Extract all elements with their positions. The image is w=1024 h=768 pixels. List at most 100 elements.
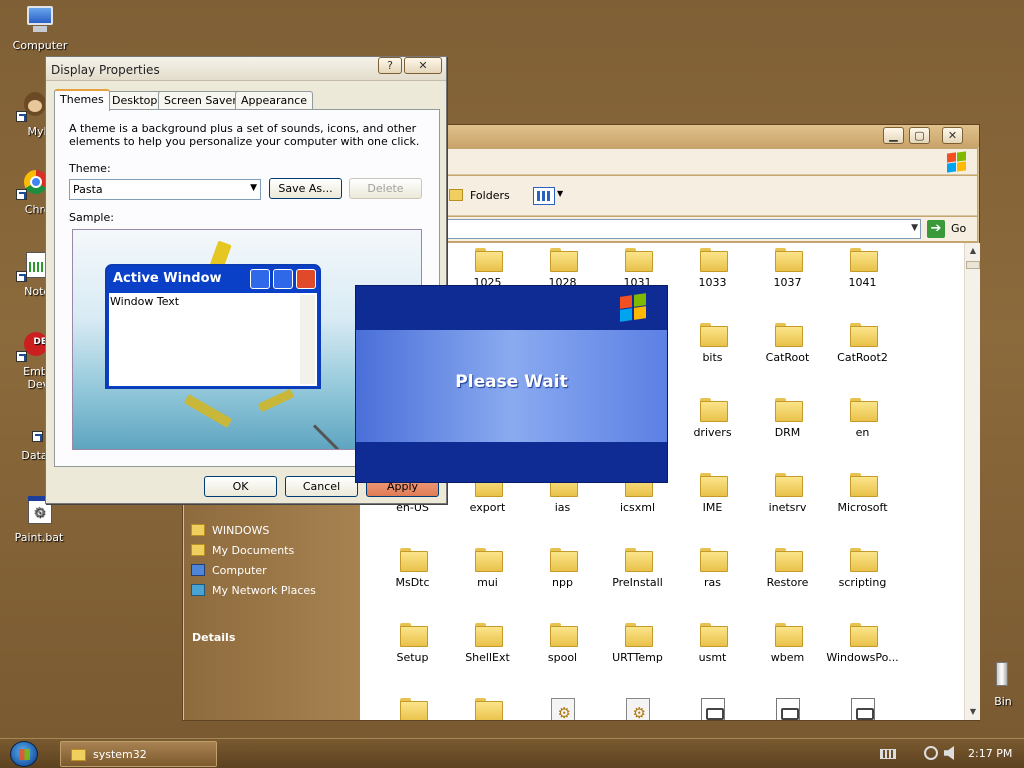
task-link-computer[interactable]: Computer bbox=[191, 564, 267, 577]
file-item[interactable]: 1028 bbox=[525, 248, 600, 289]
file-item[interactable]: drivers bbox=[675, 398, 750, 439]
file-item[interactable] bbox=[600, 698, 675, 720]
tab-desktop[interactable]: Desktop bbox=[106, 91, 164, 110]
save-as-button[interactable]: Save As... bbox=[269, 178, 342, 199]
folder-icon bbox=[699, 398, 728, 422]
file-item[interactable] bbox=[825, 698, 900, 720]
file-item[interactable]: MsDtc bbox=[375, 548, 450, 589]
file-item[interactable]: ras bbox=[675, 548, 750, 589]
file-item[interactable]: npp bbox=[525, 548, 600, 589]
file-item[interactable]: Setup bbox=[375, 623, 450, 664]
scroll-down-icon[interactable]: ▼ bbox=[965, 704, 981, 720]
taskbar-clock[interactable]: 2:17 PM bbox=[968, 747, 1012, 760]
file-item[interactable]: CatRoot bbox=[750, 323, 825, 364]
file-item[interactable]: 1037 bbox=[750, 248, 825, 289]
tab-themes[interactable]: Themes bbox=[54, 89, 110, 111]
shortcut-arrow-icon bbox=[32, 431, 43, 442]
chrome-icon bbox=[16, 168, 48, 200]
batch-file-icon bbox=[850, 698, 875, 720]
file-item-label: MsDtc bbox=[395, 576, 430, 589]
settings-file-icon bbox=[550, 698, 575, 720]
please-wait-band: Please Wait bbox=[356, 330, 667, 442]
explorer-maximize-button[interactable]: ▢ bbox=[909, 127, 930, 144]
datawatch-icon bbox=[16, 414, 48, 446]
folder-icon bbox=[849, 473, 878, 497]
task-link-windows[interactable]: WINDOWS bbox=[191, 524, 269, 537]
cancel-button[interactable]: Cancel bbox=[285, 476, 358, 497]
file-item[interactable]: en bbox=[825, 398, 900, 439]
chevron-down-icon: ▼ bbox=[557, 189, 564, 198]
address-input[interactable]: ▼ bbox=[447, 219, 921, 239]
dialog-close-button[interactable]: ✕ bbox=[404, 57, 442, 74]
scroll-thumb[interactable] bbox=[966, 261, 980, 269]
file-item[interactable]: bits bbox=[675, 323, 750, 364]
file-item[interactable]: 1033 bbox=[675, 248, 750, 289]
desktop-icon-computer[interactable]: Computer bbox=[0, 4, 80, 52]
file-item[interactable]: 1041 bbox=[825, 248, 900, 289]
folder-icon bbox=[774, 323, 803, 347]
file-item[interactable]: 1025 bbox=[450, 248, 525, 289]
network-places-icon bbox=[191, 584, 205, 596]
file-item[interactable]: DRM bbox=[750, 398, 825, 439]
task-link-network-places[interactable]: My Network Places bbox=[191, 584, 316, 597]
folders-button[interactable]: Folders bbox=[449, 186, 510, 206]
go-button[interactable]: ➔ Go bbox=[927, 219, 973, 239]
file-item[interactable]: mui bbox=[450, 548, 525, 589]
file-item[interactable] bbox=[675, 698, 750, 720]
ok-button[interactable]: OK bbox=[204, 476, 277, 497]
file-item[interactable]: wbem bbox=[750, 623, 825, 664]
file-item[interactable] bbox=[375, 698, 450, 720]
folder-icon bbox=[849, 248, 878, 272]
file-item[interactable]: IME bbox=[675, 473, 750, 514]
keyboard-icon[interactable] bbox=[880, 749, 896, 759]
delete-button[interactable]: Delete bbox=[349, 178, 422, 199]
file-item[interactable] bbox=[525, 698, 600, 720]
file-item[interactable]: usmt bbox=[675, 623, 750, 664]
file-item[interactable]: ShellExt bbox=[450, 623, 525, 664]
tab-screen-saver[interactable]: Screen Saver bbox=[158, 91, 243, 110]
theme-select[interactable]: Pasta ▼ bbox=[69, 179, 261, 200]
file-item[interactable]: WindowsPo... bbox=[825, 623, 900, 664]
start-button[interactable] bbox=[10, 741, 38, 767]
help-button[interactable]: ? bbox=[378, 57, 402, 74]
views-button[interactable]: ▼ bbox=[533, 185, 565, 207]
tab-appearance[interactable]: Appearance bbox=[235, 91, 314, 110]
file-item-label: Setup bbox=[396, 651, 429, 664]
file-item[interactable] bbox=[750, 698, 825, 720]
file-item-label: mui bbox=[477, 576, 498, 589]
volume-icon[interactable] bbox=[944, 746, 954, 760]
file-item[interactable]: URTTemp bbox=[600, 623, 675, 664]
explorer-minimize-button[interactable]: ▁ bbox=[883, 127, 904, 144]
file-item[interactable]: Restore bbox=[750, 548, 825, 589]
scroll-up-icon[interactable]: ▲ bbox=[965, 243, 981, 259]
folder-icon bbox=[774, 398, 803, 422]
go-arrow-icon: ➔ bbox=[927, 220, 945, 238]
explorer-vertical-scrollbar[interactable]: ▲ ▼ bbox=[964, 243, 980, 720]
file-item[interactable]: spool bbox=[525, 623, 600, 664]
sample-minimize-icon bbox=[250, 269, 270, 289]
please-wait-message: Please Wait bbox=[455, 372, 568, 392]
network-tray-icon[interactable] bbox=[924, 746, 938, 760]
file-item[interactable] bbox=[450, 698, 525, 720]
please-wait-dialog: Please Wait bbox=[355, 285, 668, 483]
taskbar-button-system32[interactable]: system32 bbox=[60, 741, 217, 767]
task-link-my-documents[interactable]: My Documents bbox=[191, 544, 294, 557]
explorer-close-button[interactable]: ✕ bbox=[942, 127, 963, 144]
file-item[interactable]: 1031 bbox=[600, 248, 675, 289]
file-item-label: Microsoft bbox=[837, 501, 888, 514]
file-item-label: spool bbox=[547, 651, 578, 664]
file-item[interactable]: CatRoot2 bbox=[825, 323, 900, 364]
details-section-header[interactable]: Details bbox=[192, 631, 235, 644]
file-item[interactable]: inetsrv bbox=[750, 473, 825, 514]
chevron-down-icon[interactable]: ▼ bbox=[250, 183, 257, 193]
file-item[interactable]: scripting bbox=[825, 548, 900, 589]
desktop: Computer MyPa Chrom Notepa DE Embarc Dev bbox=[0, 0, 1024, 738]
file-item-label: PreInstall bbox=[612, 576, 663, 589]
file-item[interactable]: PreInstall bbox=[600, 548, 675, 589]
windows-flag-icon bbox=[947, 151, 967, 173]
file-item-label: CatRoot bbox=[765, 351, 810, 364]
address-dropdown-icon[interactable]: ▼ bbox=[911, 223, 918, 233]
folder-icon bbox=[699, 623, 728, 647]
embarcadero-icon: DE bbox=[16, 330, 48, 362]
file-item[interactable]: Microsoft bbox=[825, 473, 900, 514]
